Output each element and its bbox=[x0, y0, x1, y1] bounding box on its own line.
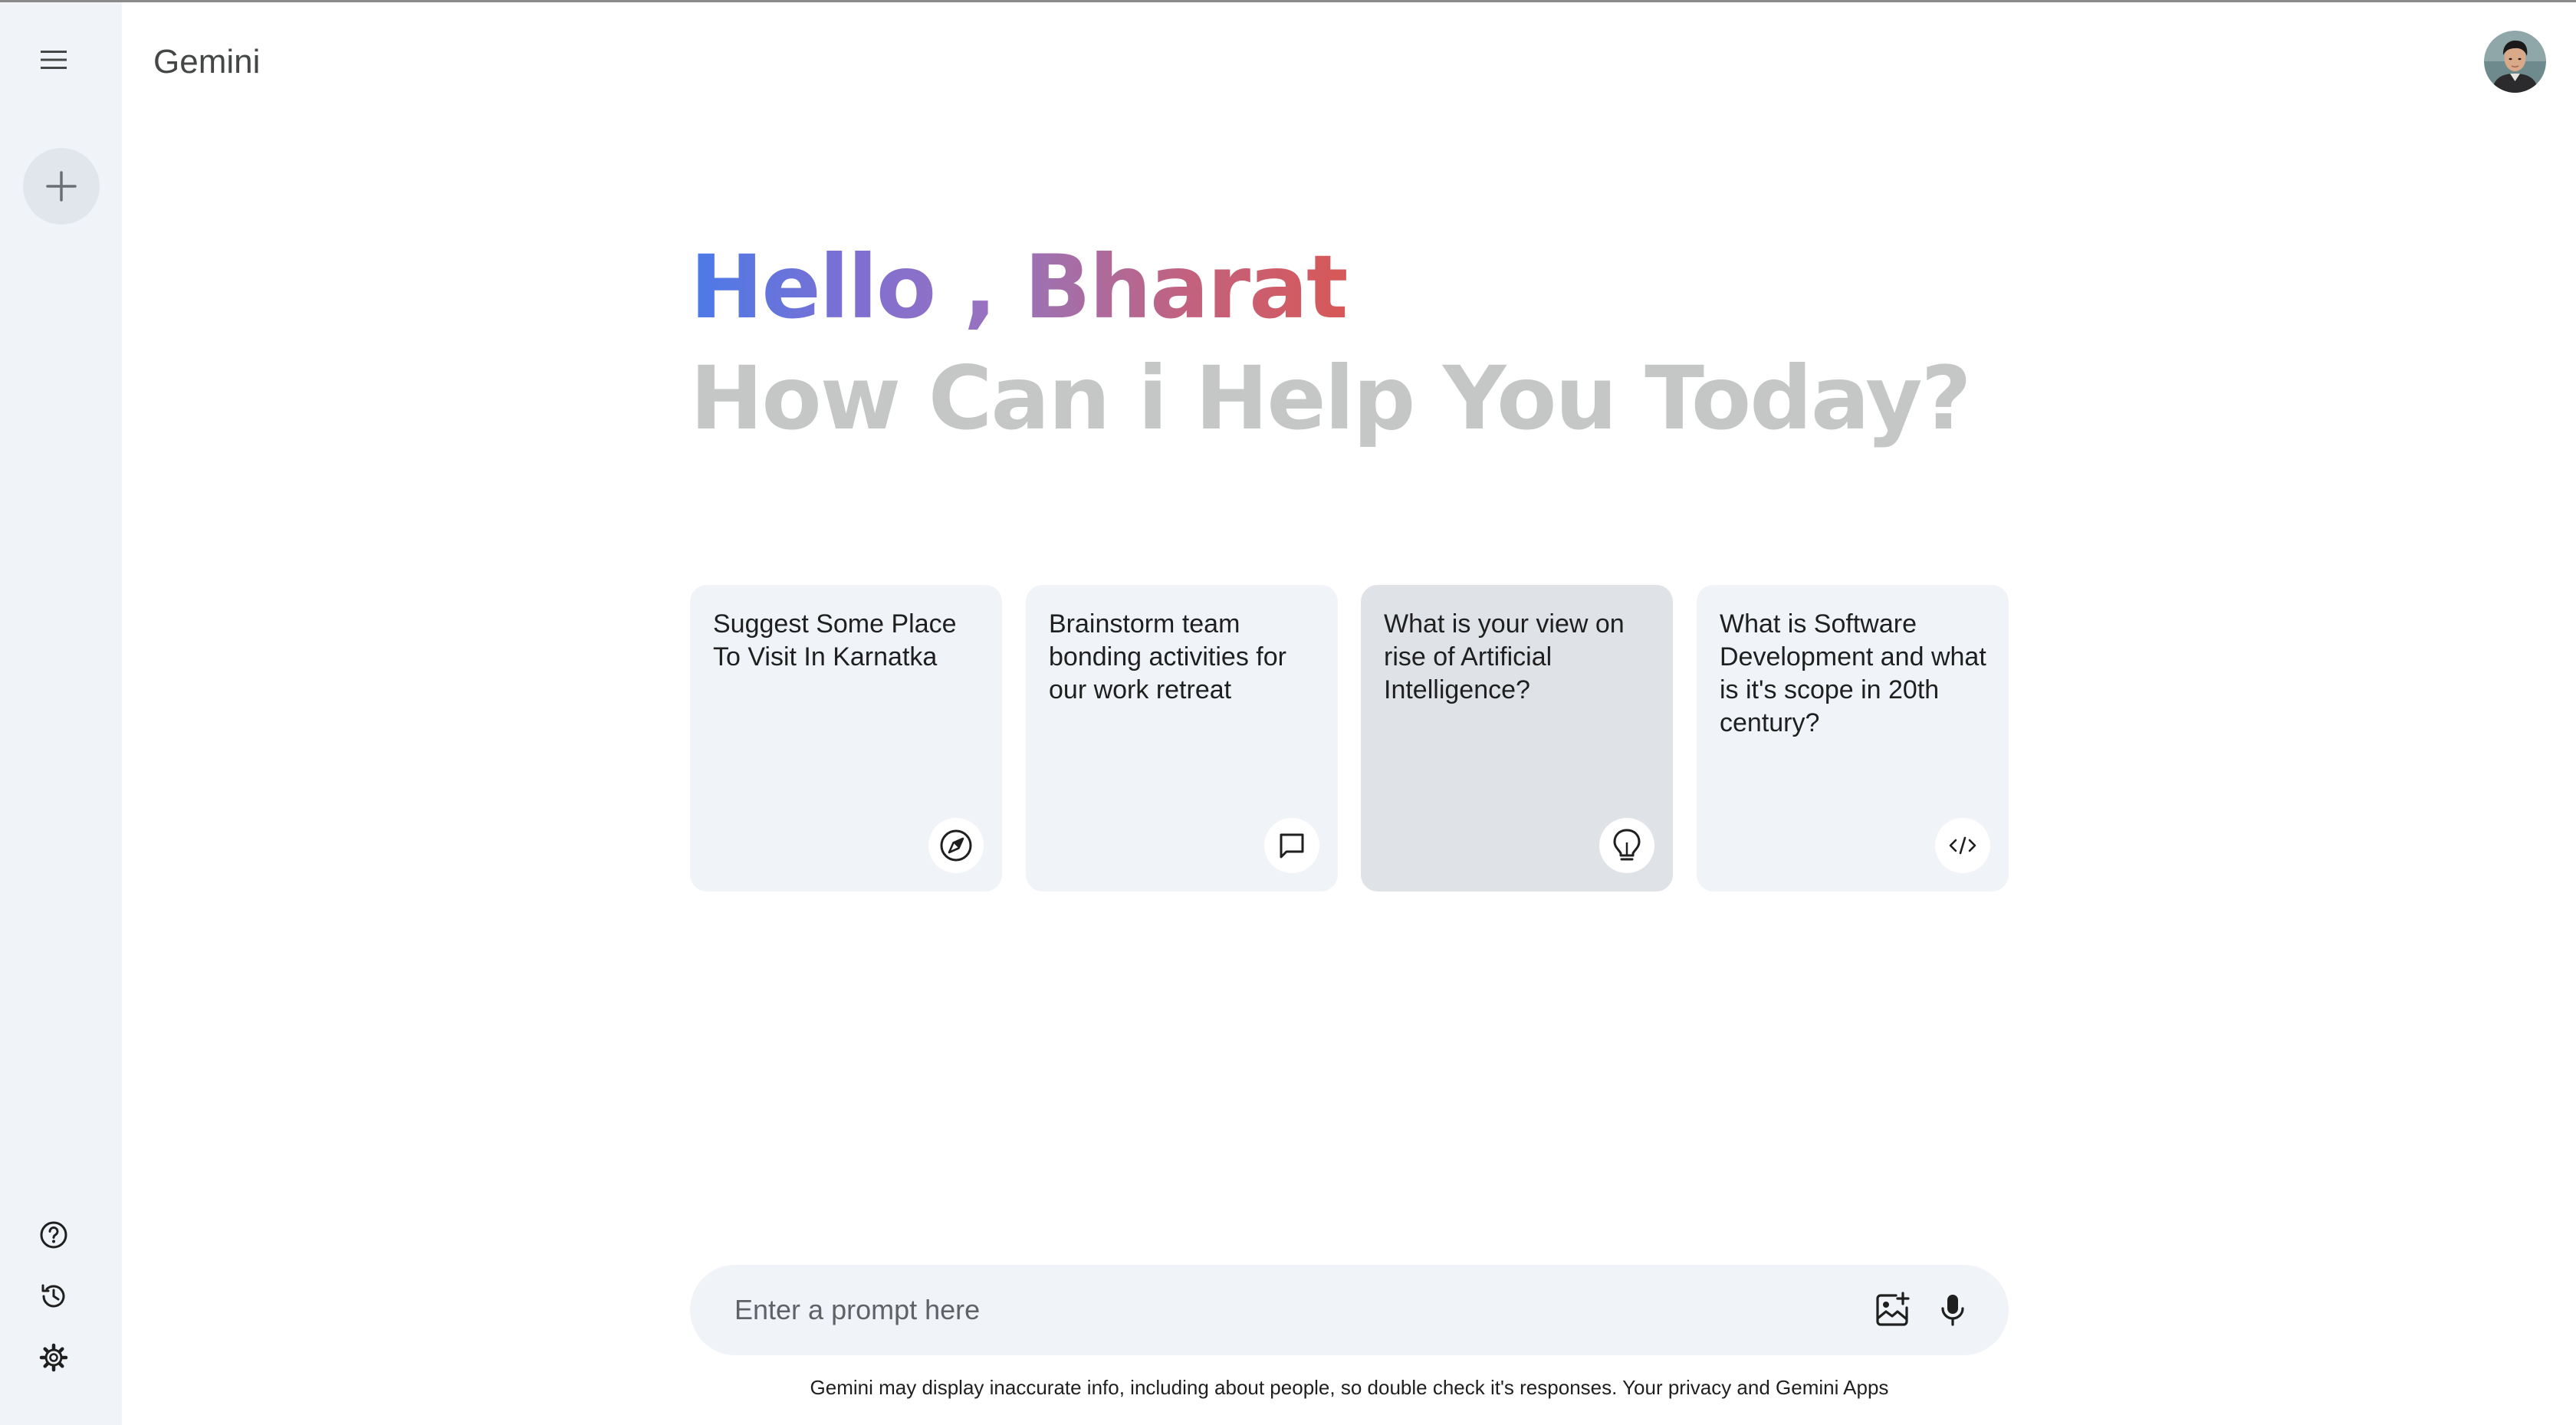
suggestion-card-software[interactable]: What is Software Development and what is… bbox=[1697, 585, 2009, 891]
suggestion-card-icon bbox=[1264, 818, 1319, 873]
menu-icon bbox=[41, 51, 67, 69]
history-icon bbox=[41, 1284, 65, 1308]
suggestion-card-icon bbox=[928, 818, 984, 873]
prompt-input[interactable] bbox=[733, 1265, 1730, 1355]
gear-icon bbox=[39, 1343, 68, 1372]
new-chat-button[interactable] bbox=[23, 148, 100, 225]
bulb-icon bbox=[1613, 829, 1641, 861]
suggestion-card-places[interactable]: Suggest Some Place To Visit In Karnatka bbox=[690, 585, 1002, 891]
sidebar bbox=[0, 2, 122, 1425]
greeting-hello: Hello , bbox=[690, 236, 997, 338]
suggestion-card-text: What is Software Development and what is… bbox=[1720, 609, 1986, 737]
greeting-subtitle: How Can i Help You Today? bbox=[690, 347, 1972, 449]
suggestion-card-ai[interactable]: What is your view on rise of Artificial … bbox=[1361, 585, 1673, 891]
upload-image-button[interactable] bbox=[1869, 1287, 1915, 1333]
activity-button[interactable] bbox=[34, 1276, 74, 1316]
menu-button[interactable] bbox=[30, 36, 77, 84]
suggestion-card-icon bbox=[1935, 818, 1990, 873]
window-top-border bbox=[0, 0, 2576, 2]
footer-disclaimer: Gemini may display inaccurate info, incl… bbox=[810, 1376, 1889, 1399]
help-button[interactable] bbox=[34, 1215, 74, 1255]
voice-input-button[interactable] bbox=[1930, 1287, 1976, 1333]
code-icon bbox=[1949, 836, 1976, 855]
avatar[interactable] bbox=[2484, 31, 2546, 93]
user-avatar-image bbox=[2484, 31, 2546, 93]
suggestion-card-text: Suggest Some Place To Visit In Karnatka bbox=[713, 609, 957, 671]
suggestion-card-icon bbox=[1599, 818, 1654, 873]
prompt-bar bbox=[690, 1265, 2009, 1355]
greeting-user-name: Bharat bbox=[1024, 236, 1349, 338]
microphone-icon bbox=[1941, 1295, 1964, 1326]
app-title: Gemini bbox=[153, 43, 261, 80]
add-image-icon bbox=[1876, 1292, 1910, 1326]
compass-icon bbox=[940, 829, 972, 862]
suggestion-card-text: Brainstorm team bonding activities for o… bbox=[1049, 609, 1286, 704]
help-icon bbox=[40, 1221, 67, 1249]
suggestion-card-brainstorm[interactable]: Brainstorm team bonding activities for o… bbox=[1026, 585, 1338, 891]
message-icon bbox=[1280, 833, 1304, 859]
greeting-heading: Hello , Bharat bbox=[690, 234, 1349, 341]
plus-icon bbox=[46, 171, 77, 202]
settings-button[interactable] bbox=[34, 1338, 74, 1377]
suggestion-card-text: What is your view on rise of Artificial … bbox=[1384, 609, 1625, 704]
